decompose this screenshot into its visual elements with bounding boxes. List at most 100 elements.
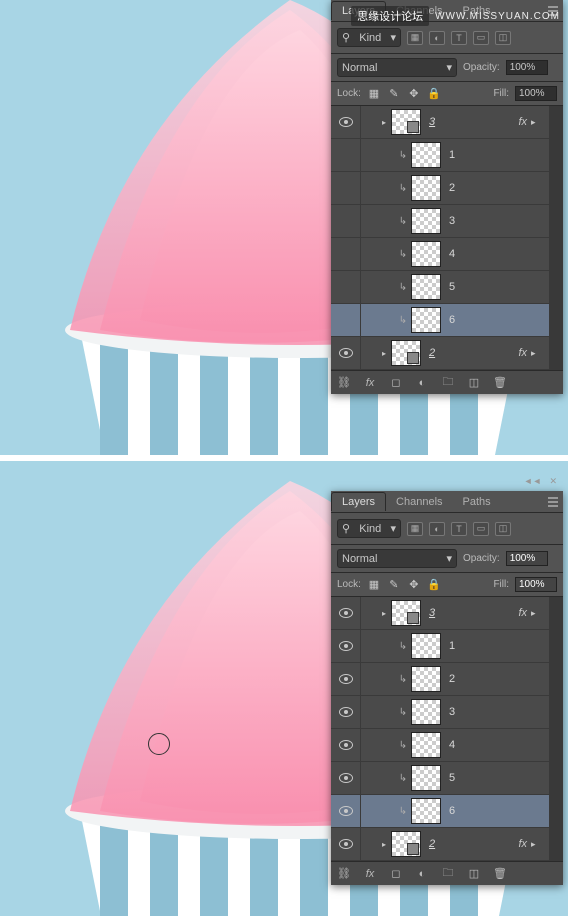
layer-row[interactable]: ▸ 3 fx ▸ — [331, 106, 549, 139]
chevron-right-icon[interactable]: ▸ — [379, 117, 389, 127]
layer-name[interactable]: 3 — [449, 706, 455, 718]
layer-row[interactable]: ↳1 — [331, 630, 549, 663]
filter-kind-select[interactable]: ⚲ Kind ▾ — [337, 519, 401, 538]
visibility-toggle[interactable] — [331, 795, 361, 827]
layer-thumbnail[interactable] — [411, 241, 441, 267]
filter-smart-icon[interactable]: ◫ — [495, 522, 511, 536]
tab-layers[interactable]: Layers — [331, 492, 386, 511]
link-layers-icon[interactable]: ⛓ — [337, 376, 351, 390]
layer-row[interactable]: ↳2 — [331, 172, 549, 205]
layer-name[interactable]: 5 — [449, 772, 455, 784]
layer-name[interactable]: 4 — [449, 739, 455, 751]
filter-adjustment-icon[interactable]: ◐ — [429, 31, 445, 45]
layer-name[interactable]: 2 — [429, 347, 435, 359]
visibility-toggle[interactable] — [331, 696, 361, 728]
visibility-toggle[interactable] — [331, 729, 361, 761]
add-mask-icon[interactable]: ◻ — [389, 376, 403, 390]
layer-thumbnail[interactable] — [411, 699, 441, 725]
new-layer-icon[interactable]: ◫ — [467, 867, 481, 881]
layer-row[interactable]: ↳5 — [331, 762, 549, 795]
visibility-toggle[interactable] — [331, 238, 361, 270]
lock-position-icon[interactable]: ✥ — [407, 578, 421, 592]
fx-indicator[interactable]: fx — [518, 116, 527, 128]
layer-row[interactable]: ↳4 — [331, 238, 549, 271]
layer-row[interactable]: ▸ 2 fx ▸ — [331, 337, 549, 370]
fx-toggle-icon[interactable]: ▸ — [531, 348, 543, 359]
layer-row[interactable]: ↳2 — [331, 663, 549, 696]
visibility-toggle[interactable] — [331, 205, 361, 237]
filter-pixel-icon[interactable]: ▦ — [407, 31, 423, 45]
filter-type-icon[interactable]: T — [451, 522, 467, 536]
layer-row[interactable]: ↳6 — [331, 304, 549, 337]
opacity-value[interactable]: 100% — [506, 551, 548, 566]
chevron-right-icon[interactable]: ▸ — [379, 348, 389, 358]
fx-toggle-icon[interactable]: ▸ — [531, 117, 543, 128]
link-layers-icon[interactable]: ⛓ — [337, 867, 351, 881]
layer-name[interactable]: 5 — [449, 281, 455, 293]
filter-smart-icon[interactable]: ◫ — [495, 31, 511, 45]
layer-name[interactable]: 2 — [449, 673, 455, 685]
add-adjustment-icon[interactable]: ◐ — [415, 376, 429, 390]
layer-name[interactable]: 2 — [429, 838, 435, 850]
layer-thumbnail[interactable] — [411, 666, 441, 692]
layer-row[interactable]: ▸3fx▸ — [331, 597, 549, 630]
layer-name[interactable]: 3 — [429, 116, 435, 128]
layer-thumbnail[interactable] — [411, 798, 441, 824]
layer-row[interactable]: ↳3 — [331, 205, 549, 238]
lock-pixel-icon[interactable]: ✎ — [387, 87, 401, 101]
new-layer-icon[interactable]: ◫ — [467, 376, 481, 390]
scrollbar[interactable] — [549, 106, 563, 370]
blend-mode-select[interactable]: Normal ▾ — [337, 58, 457, 77]
layer-row[interactable]: ▸2fx▸ — [331, 828, 549, 861]
add-fx-icon[interactable]: fx — [363, 867, 377, 881]
lock-transparency-icon[interactable]: ▦ — [367, 578, 381, 592]
visibility-toggle[interactable] — [331, 172, 361, 204]
filter-kind-select[interactable]: ⚲ Kind ▾ — [337, 28, 401, 47]
fx-toggle-icon[interactable]: ▸ — [531, 608, 543, 619]
visibility-toggle[interactable] — [331, 630, 361, 662]
layer-thumbnail[interactable] — [411, 765, 441, 791]
add-adjustment-icon[interactable]: ◐ — [415, 867, 429, 881]
layer-name[interactable]: 6 — [449, 314, 455, 326]
filter-type-icon[interactable]: T — [451, 31, 467, 45]
layer-thumbnail[interactable] — [411, 307, 441, 333]
layer-row[interactable]: ↳5 — [331, 271, 549, 304]
visibility-toggle[interactable] — [331, 271, 361, 303]
layer-name[interactable]: 6 — [449, 805, 455, 817]
layer-row[interactable]: ↳1 — [331, 139, 549, 172]
fx-toggle-icon[interactable]: ▸ — [531, 839, 543, 850]
layer-thumbnail[interactable] — [411, 274, 441, 300]
visibility-toggle[interactable] — [331, 762, 361, 794]
fx-indicator[interactable]: fx — [518, 347, 527, 359]
blend-mode-select[interactable]: Normal ▾ — [337, 549, 457, 568]
visibility-toggle[interactable] — [331, 139, 361, 171]
layer-row[interactable]: ↳4 — [331, 729, 549, 762]
layer-thumbnail[interactable] — [391, 600, 421, 626]
add-mask-icon[interactable]: ◻ — [389, 867, 403, 881]
layer-thumbnail[interactable] — [411, 732, 441, 758]
layer-row[interactable]: ↳6 — [331, 795, 549, 828]
layer-thumbnail[interactable] — [391, 831, 421, 857]
fx-indicator[interactable]: fx — [518, 607, 527, 619]
layer-thumbnail[interactable] — [391, 340, 421, 366]
fx-indicator[interactable]: fx — [518, 838, 527, 850]
lock-all-icon[interactable]: 🔒 — [427, 87, 441, 101]
scrollbar[interactable] — [549, 597, 563, 861]
layer-name[interactable]: 2 — [449, 182, 455, 194]
visibility-toggle[interactable] — [331, 106, 361, 138]
close-icon[interactable]: ✕ — [549, 476, 557, 487]
tab-channels[interactable]: Channels — [386, 493, 452, 511]
layer-name[interactable]: 4 — [449, 248, 455, 260]
layer-row[interactable]: ↳3 — [331, 696, 549, 729]
layer-name[interactable]: 1 — [449, 149, 455, 161]
visibility-toggle[interactable] — [331, 597, 361, 629]
tab-paths[interactable]: Paths — [453, 493, 501, 511]
new-group-icon[interactable]: 🗀 — [441, 867, 455, 881]
delete-layer-icon[interactable]: 🗑 — [493, 376, 507, 390]
new-group-icon[interactable]: 🗀 — [441, 376, 455, 390]
layer-name[interactable]: 3 — [429, 607, 435, 619]
add-fx-icon[interactable]: fx — [363, 376, 377, 390]
visibility-toggle[interactable] — [331, 304, 361, 336]
opacity-value[interactable]: 100% — [506, 60, 548, 75]
delete-layer-icon[interactable]: 🗑 — [493, 867, 507, 881]
